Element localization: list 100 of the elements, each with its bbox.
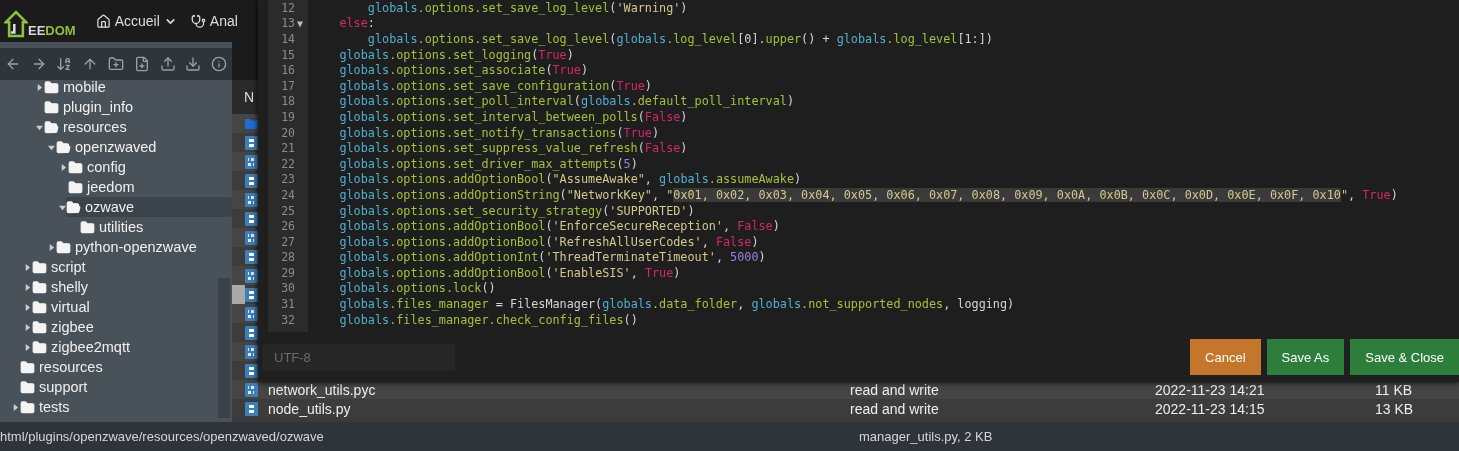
- toolbar-button[interactable]: [210, 55, 229, 73]
- sort-az-icon: [56, 56, 73, 72]
- folder-icon: [68, 179, 83, 195]
- toolbar-button[interactable]: [184, 55, 203, 73]
- current-path: html/plugins/openzwave/resources/openzwaved/ozwave: [0, 429, 324, 444]
- tree-item[interactable]: resources: [20, 357, 109, 377]
- line-number: 13: [281, 16, 295, 31]
- code-line: globals.options.addOptionBool('EnableSIS', True): [338, 265, 681, 280]
- tree-item[interactable]: zigbee2mqtt: [32, 337, 136, 357]
- logo-text: DOM: [45, 23, 76, 38]
- folder-icon: [20, 359, 35, 375]
- file-name: node_utils.py: [267, 400, 352, 417]
- open-folder-icon: [44, 119, 59, 135]
- line-number: 31: [281, 297, 295, 312]
- python-file-icon: [245, 211, 258, 226]
- binary-file-icon: [245, 230, 258, 245]
- folder-icon: [44, 79, 59, 95]
- house-logo-icon: [4, 10, 28, 38]
- info-icon: [211, 56, 228, 72]
- python-file-icon: [245, 173, 258, 188]
- line-number: 32: [281, 312, 295, 327]
- folder-icon: [32, 339, 47, 355]
- code-line: globals.options.addOptionInt('ThreadTerminateTimeout', 5000): [338, 250, 766, 265]
- line-number: 24: [281, 187, 295, 202]
- tree-item[interactable]: support: [20, 377, 94, 397]
- code-line: globals.options.set_interval_between_polls(False): [338, 109, 688, 124]
- folder-icon: [44, 99, 59, 115]
- code-line: globals.options.addOptionBool('EnforceSecureReception', False): [338, 219, 780, 234]
- folder-icon: [56, 239, 71, 255]
- save-button[interactable]: Save As: [1266, 339, 1345, 375]
- nav-menu-item[interactable]: Anal: [190, 13, 238, 29]
- code-line: else:: [338, 16, 375, 31]
- code-line: globals.options.addOptionString("NetworkKey", "0x01, 0x02, 0x03, 0x04, 0x05, 0x06, 0x07, 0x08, 0x09, 0x0A, 0x0B, 0x0C, 0x0D, 0x0E, 0x0F, 0x10", True): [338, 187, 1398, 202]
- toolbar-button[interactable]: [158, 55, 177, 73]
- python-file-icon: [245, 363, 258, 378]
- line-number: 17: [281, 78, 295, 93]
- folder-icon: [245, 118, 258, 129]
- python-file-icon: [245, 325, 258, 340]
- code-line: globals.options.addOptionBool('RefreshAllUserCodes', False): [338, 234, 759, 249]
- binary-file-icon: [245, 344, 258, 359]
- toolbar-button[interactable]: [107, 55, 125, 73]
- line-number: 19: [281, 109, 295, 124]
- binary-file-icon: [245, 192, 258, 207]
- save-button[interactable]: Save & Close: [1350, 339, 1459, 375]
- tree-item[interactable]: zigbee: [32, 317, 100, 337]
- fold-toggle[interactable]: ▼: [297, 17, 308, 29]
- code-line: globals.options.set_poll_interval(globals.default_poll_interval): [338, 94, 794, 109]
- encoding-field[interactable]: UTF-8: [262, 343, 455, 371]
- open-folder-icon: [56, 139, 71, 155]
- tree-item[interactable]: shelly: [32, 277, 95, 297]
- column-header[interactable]: N: [244, 89, 255, 105]
- folder-icon: [20, 399, 35, 415]
- python-file-icon: [245, 249, 258, 264]
- line-number: 23: [281, 172, 295, 187]
- tree-item[interactable]: python-openzwave: [56, 237, 203, 257]
- tree-item[interactable]: config: [68, 157, 132, 177]
- tree-item[interactable]: mobile: [44, 77, 112, 97]
- code-line: globals.options.set_save_log_level(globals.log_level[0].upper() + globals.log_level[1:]): [366, 32, 993, 46]
- line-number: 22: [281, 156, 295, 171]
- folder-icon: [32, 319, 47, 335]
- tree-item[interactable]: jeedom: [68, 177, 141, 197]
- binary-file-icon: [245, 382, 258, 397]
- download-icon: [185, 56, 202, 72]
- line-number: 27: [281, 234, 295, 249]
- file-row[interactable]: network_utils.pyc read and write 2022-11-23 14:21 11 KB: [232, 380, 1459, 399]
- tree-item[interactable]: ozwave: [66, 197, 232, 217]
- python-file-icon: [245, 135, 258, 150]
- binary-file-icon: [245, 268, 258, 283]
- logo-text: EE: [28, 23, 46, 38]
- tree-item[interactable]: openzwaved: [56, 137, 163, 157]
- tree-item[interactable]: script: [32, 257, 92, 277]
- file-date: 2022-11-23 14:15: [1155, 400, 1266, 417]
- folder-icon: [32, 259, 47, 275]
- line-number: 30: [281, 281, 295, 296]
- tree-item[interactable]: resources: [44, 117, 133, 137]
- tree-item[interactable]: tests: [20, 397, 76, 417]
- line-number: 25: [281, 203, 295, 218]
- file-permissions: read and write: [850, 381, 940, 398]
- logo[interactable]: EEDOM: [4, 4, 76, 38]
- code-line: globals.options.lock(): [338, 281, 496, 296]
- selected-file-info: manager_utils.py, 2 KB: [859, 429, 993, 444]
- nav-menu-item[interactable]: Accueil: [95, 13, 177, 29]
- home-icon: [95, 13, 111, 29]
- code-line: globals.options.set_driver_max_attempts(5): [338, 156, 638, 171]
- folder-icon: [32, 279, 47, 295]
- tree-item[interactable]: utilities: [80, 217, 150, 237]
- stethoscope-icon: [190, 13, 206, 29]
- line-number: 18: [281, 94, 295, 109]
- tree-item[interactable]: plugin_info: [44, 97, 140, 117]
- tree-item[interactable]: virtual: [32, 297, 96, 317]
- line-number: 26: [281, 219, 295, 234]
- line-number: 21: [281, 141, 295, 156]
- code-line: globals.files_manager = FilesManager(globals.data_folder, globals.not_supported_nodes, logging): [338, 297, 1015, 312]
- file-permissions: read and write: [850, 400, 940, 417]
- folder-plus-icon: [108, 56, 124, 72]
- code-line: globals.options.set_associate(True): [338, 63, 589, 78]
- code-line: globals.options.set_notify_transactions(True): [338, 125, 660, 140]
- file-name: network_utils.pyc: [267, 381, 377, 398]
- line-number: 16: [281, 63, 295, 78]
- binary-file-icon: [245, 306, 258, 321]
